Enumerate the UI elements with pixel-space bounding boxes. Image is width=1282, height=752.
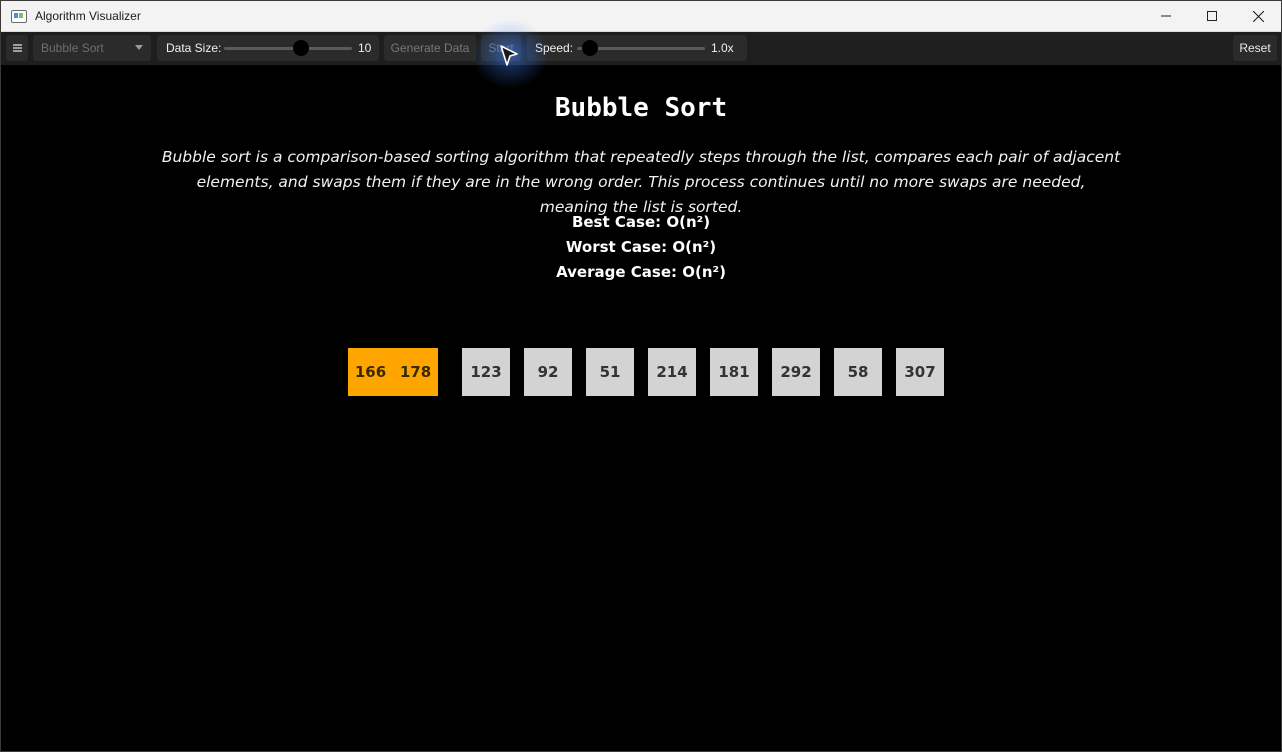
algorithm-description: Bubble sort is a comparison-based sortin… [161, 148, 1121, 216]
best-case: Best Case: O(n²) [571, 213, 711, 231]
hamburger-icon [12, 44, 22, 52]
minimize-button[interactable] [1143, 1, 1189, 31]
window-controls [1143, 1, 1281, 31]
complexity-info: Best Case: O(n²) Worst Case: O(n²) Avera… [1, 210, 1281, 285]
maximize-icon [1207, 11, 1217, 21]
algorithm-select-value: Bubble Sort [41, 41, 104, 55]
title-bar: Algorithm Visualizer [1, 1, 1281, 32]
maximize-button[interactable] [1189, 1, 1235, 31]
data-size-slider-handle[interactable] [292, 40, 309, 56]
array-element: 307 [896, 348, 944, 396]
generate-data-button[interactable]: Generate Data [384, 35, 476, 61]
chevron-down-icon [135, 45, 143, 50]
array-element: 178 [393, 348, 438, 396]
close-icon [1252, 10, 1264, 22]
speed-label: Speed: [535, 41, 574, 55]
speed-control: Speed: 1.0x [527, 35, 747, 61]
data-size-value: 10 [358, 41, 372, 55]
algorithm-title: Bubble Sort [554, 93, 728, 123]
array-element: 166 [348, 348, 394, 396]
algorithm-select[interactable]: Bubble Sort [33, 35, 151, 61]
speed-value: 1.0x [711, 41, 734, 55]
array-element: 58 [834, 348, 882, 396]
mouse-cursor-icon [500, 45, 518, 66]
app-window: Algorithm Visualizer Bubble Sort Data Si… [0, 0, 1282, 752]
array-element: 51 [586, 348, 634, 396]
menu-button[interactable] [6, 35, 28, 61]
close-button[interactable] [1235, 1, 1281, 31]
data-size-control: Data Size: 10 [157, 35, 379, 61]
app-icon [11, 9, 27, 23]
toolbar: Bubble Sort Data Size: 10 Generate Data … [1, 32, 1281, 65]
array-element: 214 [648, 348, 696, 396]
minimize-icon [1161, 15, 1171, 17]
array-element: 123 [462, 348, 510, 396]
speed-slider-handle[interactable] [581, 40, 598, 56]
data-size-slider-track[interactable] [224, 47, 352, 50]
data-size-label: Data Size: [166, 41, 222, 55]
window-title: Algorithm Visualizer [35, 9, 141, 23]
worst-case: Worst Case: O(n²) [565, 238, 717, 256]
array-element: 292 [772, 348, 820, 396]
array-element: 92 [524, 348, 572, 396]
average-case: Average Case: O(n²) [556, 263, 726, 281]
visualizer-panel: Bubble Sort Bubble sort is a comparison-… [1, 65, 1281, 751]
array-element: 181 [710, 348, 758, 396]
reset-button[interactable]: Reset [1233, 35, 1277, 61]
